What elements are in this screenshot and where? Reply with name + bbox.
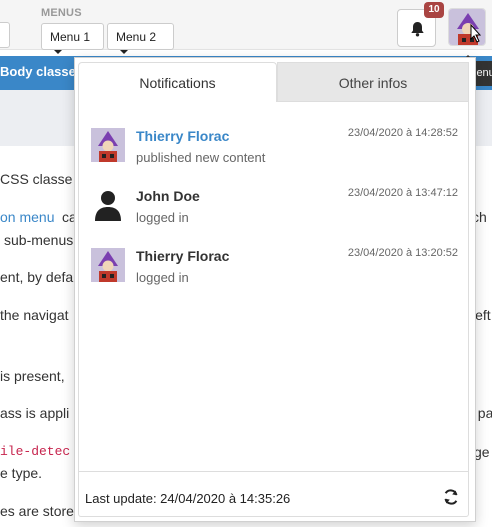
doc-link[interactable]: on menu — [0, 209, 54, 225]
notification-author[interactable]: Thierry Florac — [136, 128, 229, 144]
bell-icon — [411, 22, 424, 37]
notification-action: logged in — [136, 270, 189, 285]
notification-item[interactable]: John Doe logged in 23/04/2020 à 13:47:12 — [79, 174, 468, 230]
doc-text-line: sub-menus — [4, 232, 74, 248]
menu-2-button[interactable]: Menu 2 — [107, 23, 174, 54]
avatar — [91, 188, 125, 222]
panel-footer: Last update: 24/04/2020 à 14:35:26 — [78, 471, 469, 517]
notification-author: Thierry Florac — [136, 248, 230, 264]
avatar — [91, 128, 125, 162]
notification-item[interactable]: Thierry Florac published new content 23/… — [79, 114, 468, 170]
notification-time: 23/04/2020 à 14:28:52 — [347, 127, 458, 139]
left-button-stub[interactable] — [0, 22, 10, 48]
doc-text-line: e type. — [0, 465, 43, 481]
user-avatar-icon — [449, 9, 485, 45]
avatar — [91, 248, 125, 282]
notification-item[interactable]: Thierry Florac logged in 23/04/2020 à 13… — [79, 234, 468, 290]
doc-text-line: is present, — [0, 368, 65, 384]
tab-other-infos[interactable]: Other infos — [277, 62, 469, 102]
doc-text-line: ent, by defa — [0, 269, 74, 285]
refresh-icon[interactable] — [442, 488, 460, 506]
notification-action: logged in — [136, 210, 189, 225]
doc-code: ile-detec — [0, 444, 71, 459]
menu-1-label: Menu 1 — [50, 30, 91, 44]
doc-text-line: ge l — [474, 444, 492, 460]
notification-time: 23/04/2020 à 13:20:52 — [347, 247, 458, 259]
page-header-title: Body classes — [0, 64, 84, 79]
last-update-text: Last update: 24/04/2020 à 14:35:26 — [85, 491, 291, 506]
top-bar: MENUS Menu 1 Menu 2 10 — [0, 0, 492, 54]
user-silhouette-icon — [95, 191, 121, 221]
caret-down-icon — [54, 49, 62, 54]
menu-1-button[interactable]: Menu 1 — [41, 23, 104, 54]
notification-count-badge: 10 — [424, 2, 444, 18]
doc-text-line: CSS classe — [0, 171, 73, 187]
doc-text-line: ass is appli — [0, 405, 70, 421]
user-menu-button[interactable] — [448, 8, 486, 46]
panel-tabs: Notifications Other infos — [75, 58, 475, 102]
wizard-avatar-icon — [91, 248, 125, 282]
notifications-panel: Notifications Other infos Thierry Florac… — [74, 57, 476, 522]
wizard-avatar-icon — [91, 128, 125, 162]
notification-time: 23/04/2020 à 13:47:12 — [347, 187, 458, 199]
menus-label: MENUS — [41, 7, 82, 19]
notifications-list: Thierry Florac published new content 23/… — [78, 102, 469, 471]
menu-2-label: Menu 2 — [116, 30, 157, 44]
caret-down-icon — [120, 49, 128, 54]
doc-text-line: the navigat — [0, 307, 69, 323]
notification-author: John Doe — [136, 188, 200, 204]
tab-notifications[interactable]: Notifications — [78, 62, 277, 102]
notification-action: published new content — [136, 150, 266, 165]
